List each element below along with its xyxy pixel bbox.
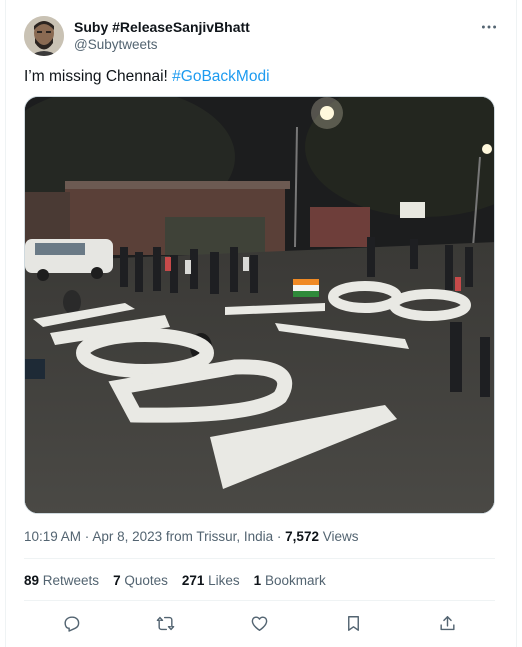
bookmarks-label: Bookmark [261,573,326,588]
tweet-time[interactable]: 10:19 AM [24,529,81,544]
likes-stat[interactable]: 271 Likes [182,573,240,588]
retweets-count: 89 [24,573,40,588]
tweet-location: from Trissur, India [162,529,274,544]
views-label: Views [318,529,359,544]
bookmarks-stat[interactable]: 1 Bookmark [254,573,326,588]
tweet-photo[interactable] [24,96,495,514]
quotes-label: Quotes [120,573,168,588]
tweet-stats: 89 Retweets 7 Quotes 271 Likes 1 Bookmar… [24,573,326,588]
action-bar [24,609,495,637]
avatar[interactable] [24,16,64,56]
share-icon[interactable] [434,609,462,637]
likes-count: 271 [181,573,205,588]
quotes-stat[interactable]: 7 Quotes [113,573,168,588]
tweet-text: I’m missing Chennai! #GoBackModi [24,68,270,86]
like-icon[interactable] [245,609,273,637]
hashtag-link[interactable]: #GoBackModi [172,68,269,85]
retweets-stat[interactable]: 89 Retweets [24,573,99,588]
tweet-meta: 10:19 AM · Apr 8, 2023 from Trissur, Ind… [24,529,359,544]
bookmark-icon[interactable] [340,609,368,637]
divider [24,600,495,601]
reply-icon[interactable] [57,609,85,637]
meta-separator: · [81,529,93,544]
meta-separator-2: · [273,529,286,544]
tweet-text-plain: I’m missing Chennai! [24,68,173,85]
quotes-count: 7 [113,573,121,588]
retweet-icon[interactable] [151,609,179,637]
author-display-name[interactable]: Suby #ReleaseSanjivBhatt [74,19,250,35]
retweets-label: Retweets [39,573,100,588]
views-count: 7,572 [285,529,319,544]
divider [24,558,495,559]
author-handle[interactable]: @Subytweets [74,37,158,52]
likes-label: Likes [204,573,240,588]
tweet-date[interactable]: Apr 8, 2023 [92,529,162,544]
more-options-icon[interactable] [478,16,500,38]
